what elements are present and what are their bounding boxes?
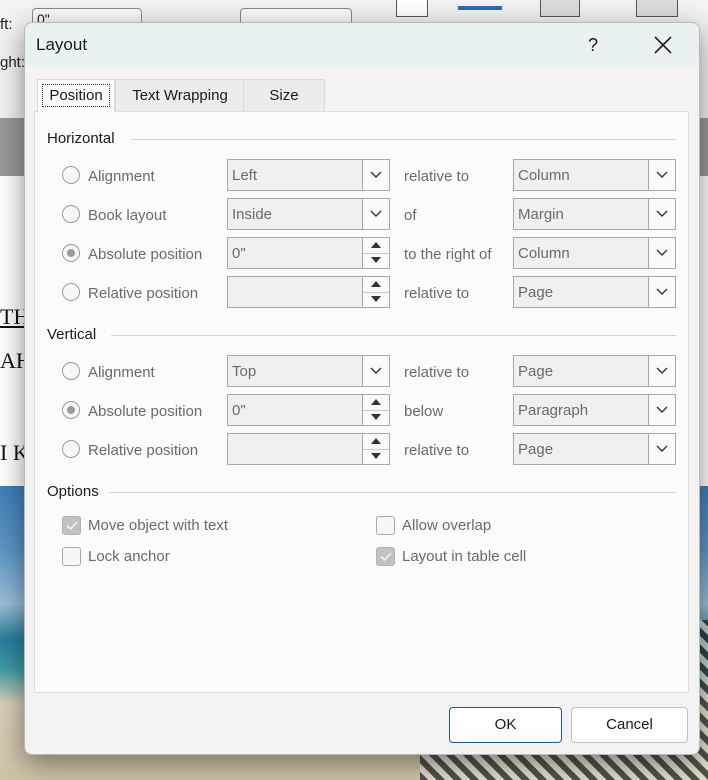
- ribbon-align-icon[interactable]: [396, 0, 428, 17]
- chevron-down-icon[interactable]: [648, 160, 675, 190]
- spinner-buttons: [362, 238, 389, 268]
- spin-down-arrow-icon[interactable]: [363, 253, 389, 268]
- h-relative-position-relative-select[interactable]: Page: [513, 276, 676, 308]
- chevron-down-icon[interactable]: [648, 238, 675, 268]
- spin-up-arrow-icon[interactable]: [363, 238, 389, 254]
- cancel-button[interactable]: Cancel: [571, 707, 688, 743]
- spin-down-arrow-icon[interactable]: [363, 292, 389, 307]
- h-book-layout-select[interactable]: Inside: [227, 198, 390, 230]
- layout-in-table-cell-label: Layout in table cell: [402, 548, 527, 565]
- h-alignment-relative-select[interactable]: Column: [513, 159, 676, 191]
- checkmark-icon: [66, 521, 78, 530]
- h-alignment-mid-label: relative to: [404, 168, 470, 185]
- v-relative-position-spinner[interactable]: [227, 433, 390, 465]
- spin-down-arrow-icon[interactable]: [363, 410, 389, 425]
- h-absolute-position-label: Absolute position: [88, 246, 203, 263]
- h-absolute-position-radio[interactable]: [62, 244, 80, 262]
- spin-down-arrow-icon[interactable]: [363, 449, 389, 464]
- ok-button[interactable]: OK: [449, 707, 562, 743]
- v-absolute-position-spinner[interactable]: 0": [227, 394, 390, 426]
- spinner-buttons: [362, 434, 389, 464]
- spinner-buttons: [362, 395, 389, 425]
- v-relative-position-label: Relative position: [88, 442, 199, 459]
- h-relative-position-label: Relative position: [88, 285, 199, 302]
- checkmark-icon: [380, 552, 392, 561]
- v-alignment-select[interactable]: Top: [227, 355, 390, 387]
- move-object-with-text-label: Move object with text: [88, 517, 229, 534]
- allow-overlap-checkbox[interactable]: [376, 516, 395, 535]
- h-book-layout-mid-label: of: [404, 207, 417, 224]
- v-relative-position-radio[interactable]: [62, 440, 80, 458]
- close-icon: [654, 36, 672, 54]
- ribbon-label-left: ft:: [0, 16, 13, 33]
- h-book-layout-relative-select[interactable]: Margin: [513, 198, 676, 230]
- h-alignment-select[interactable]: Left: [227, 159, 390, 191]
- h-absolute-position-relative-select[interactable]: Column: [513, 237, 676, 269]
- h-relative-position-spinner[interactable]: [227, 276, 390, 308]
- layout-in-table-cell-checkbox[interactable]: [376, 547, 395, 566]
- allow-overlap-label: Allow overlap: [402, 517, 492, 534]
- spin-up-arrow-icon[interactable]: [363, 434, 389, 450]
- v-absolute-position-label: Absolute position: [88, 403, 203, 420]
- chevron-down-icon[interactable]: [362, 160, 389, 190]
- lock-anchor-label: Lock anchor: [88, 548, 170, 565]
- move-object-with-text-checkbox[interactable]: [62, 516, 81, 535]
- chevron-down-icon[interactable]: [362, 199, 389, 229]
- help-button[interactable]: ?: [575, 29, 611, 61]
- v-absolute-position-radio[interactable]: [62, 401, 80, 419]
- options-group-title: Options: [47, 483, 99, 500]
- h-relative-position-radio[interactable]: [62, 283, 80, 301]
- v-alignment-relative-select[interactable]: Page: [513, 355, 676, 387]
- tab-text-wrapping[interactable]: Text Wrapping: [115, 79, 245, 111]
- chevron-down-icon[interactable]: [648, 395, 675, 425]
- chevron-down-icon[interactable]: [648, 277, 675, 307]
- v-relative-position-relative-select[interactable]: Page: [513, 433, 676, 465]
- ribbon-position-icon[interactable]: [458, 6, 502, 10]
- tab-size[interactable]: Size: [243, 79, 325, 111]
- h-alignment-label: Alignment: [88, 168, 155, 185]
- chevron-down-icon[interactable]: [648, 356, 675, 386]
- layout-dialog: Layout ? Position Text Wrapping Size Hor…: [24, 22, 700, 755]
- ribbon-label-right: ght:: [0, 54, 26, 71]
- v-relative-position-mid-label: relative to: [404, 442, 470, 459]
- v-absolute-position-relative-select[interactable]: Paragraph: [513, 394, 676, 426]
- position-tab-panel: Horizontal Alignment Left relative to Co…: [34, 111, 689, 693]
- lock-anchor-checkbox[interactable]: [62, 547, 81, 566]
- v-absolute-position-mid-label: below: [404, 403, 444, 420]
- dialog-title: Layout: [36, 35, 88, 54]
- ribbon-wrap-icon[interactable]: [540, 0, 580, 17]
- chevron-down-icon[interactable]: [648, 434, 675, 464]
- group-divider: [109, 492, 676, 493]
- h-absolute-position-mid-label: to the right of: [404, 246, 492, 263]
- vertical-group-title: Vertical: [47, 326, 97, 343]
- h-book-layout-radio[interactable]: [62, 205, 80, 223]
- v-alignment-label: Alignment: [88, 364, 155, 381]
- ribbon-arrange-icon[interactable]: [636, 0, 678, 17]
- tab-position[interactable]: Position: [37, 79, 115, 112]
- spin-up-arrow-icon[interactable]: [363, 395, 389, 411]
- close-button[interactable]: [645, 29, 681, 61]
- horizontal-group-title: Horizontal: [47, 130, 115, 147]
- chevron-down-icon[interactable]: [648, 199, 675, 229]
- group-divider: [131, 139, 676, 140]
- h-book-layout-label: Book layout: [88, 207, 167, 224]
- spinner-buttons: [362, 277, 389, 307]
- dialog-titlebar[interactable]: Layout ?: [25, 23, 699, 67]
- group-divider: [111, 335, 676, 336]
- chevron-down-icon[interactable]: [362, 356, 389, 386]
- v-alignment-radio[interactable]: [62, 362, 80, 380]
- h-relative-position-mid-label: relative to: [404, 285, 470, 302]
- v-alignment-mid-label: relative to: [404, 364, 470, 381]
- h-absolute-position-spinner[interactable]: 0": [227, 237, 390, 269]
- h-alignment-radio[interactable]: [62, 166, 80, 184]
- spin-up-arrow-icon[interactable]: [363, 277, 389, 293]
